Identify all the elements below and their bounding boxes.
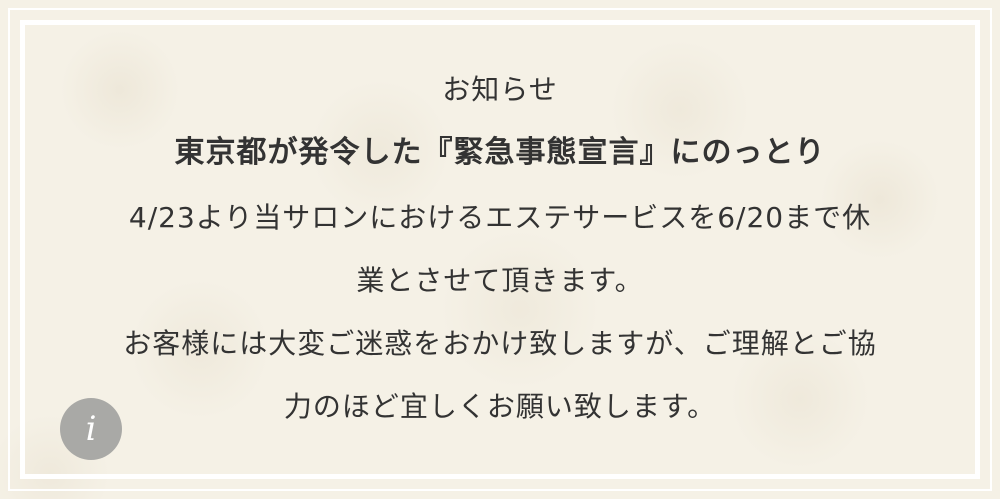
info-button[interactable]: i	[60, 398, 122, 460]
notice-subtitle: 東京都が発令した『緊急事態宣言』にのっとり	[174, 135, 826, 170]
notice-line-1: 4/23より当サロンにおけるエステサービスを6/20まで休	[128, 201, 872, 234]
notice-content: お知らせ 東京都が発令した『緊急事態宣言』にのっとり 4/23より当サロンにおけ…	[30, 60, 970, 438]
notice-line-2: 業とさせて頂きます。	[356, 264, 644, 297]
info-icon: i	[85, 409, 97, 449]
notice-line-4: 力のほど宜しくお願い致します。	[283, 390, 717, 423]
notice-title: お知らせ	[442, 73, 558, 106]
notice-line-3: お客様には大変ご迷惑をおかけ致しますが、ご理解とご協	[123, 327, 877, 360]
notice-page: お知らせ 東京都が発令した『緊急事態宣言』にのっとり 4/23より当サロンにおけ…	[0, 0, 1000, 499]
